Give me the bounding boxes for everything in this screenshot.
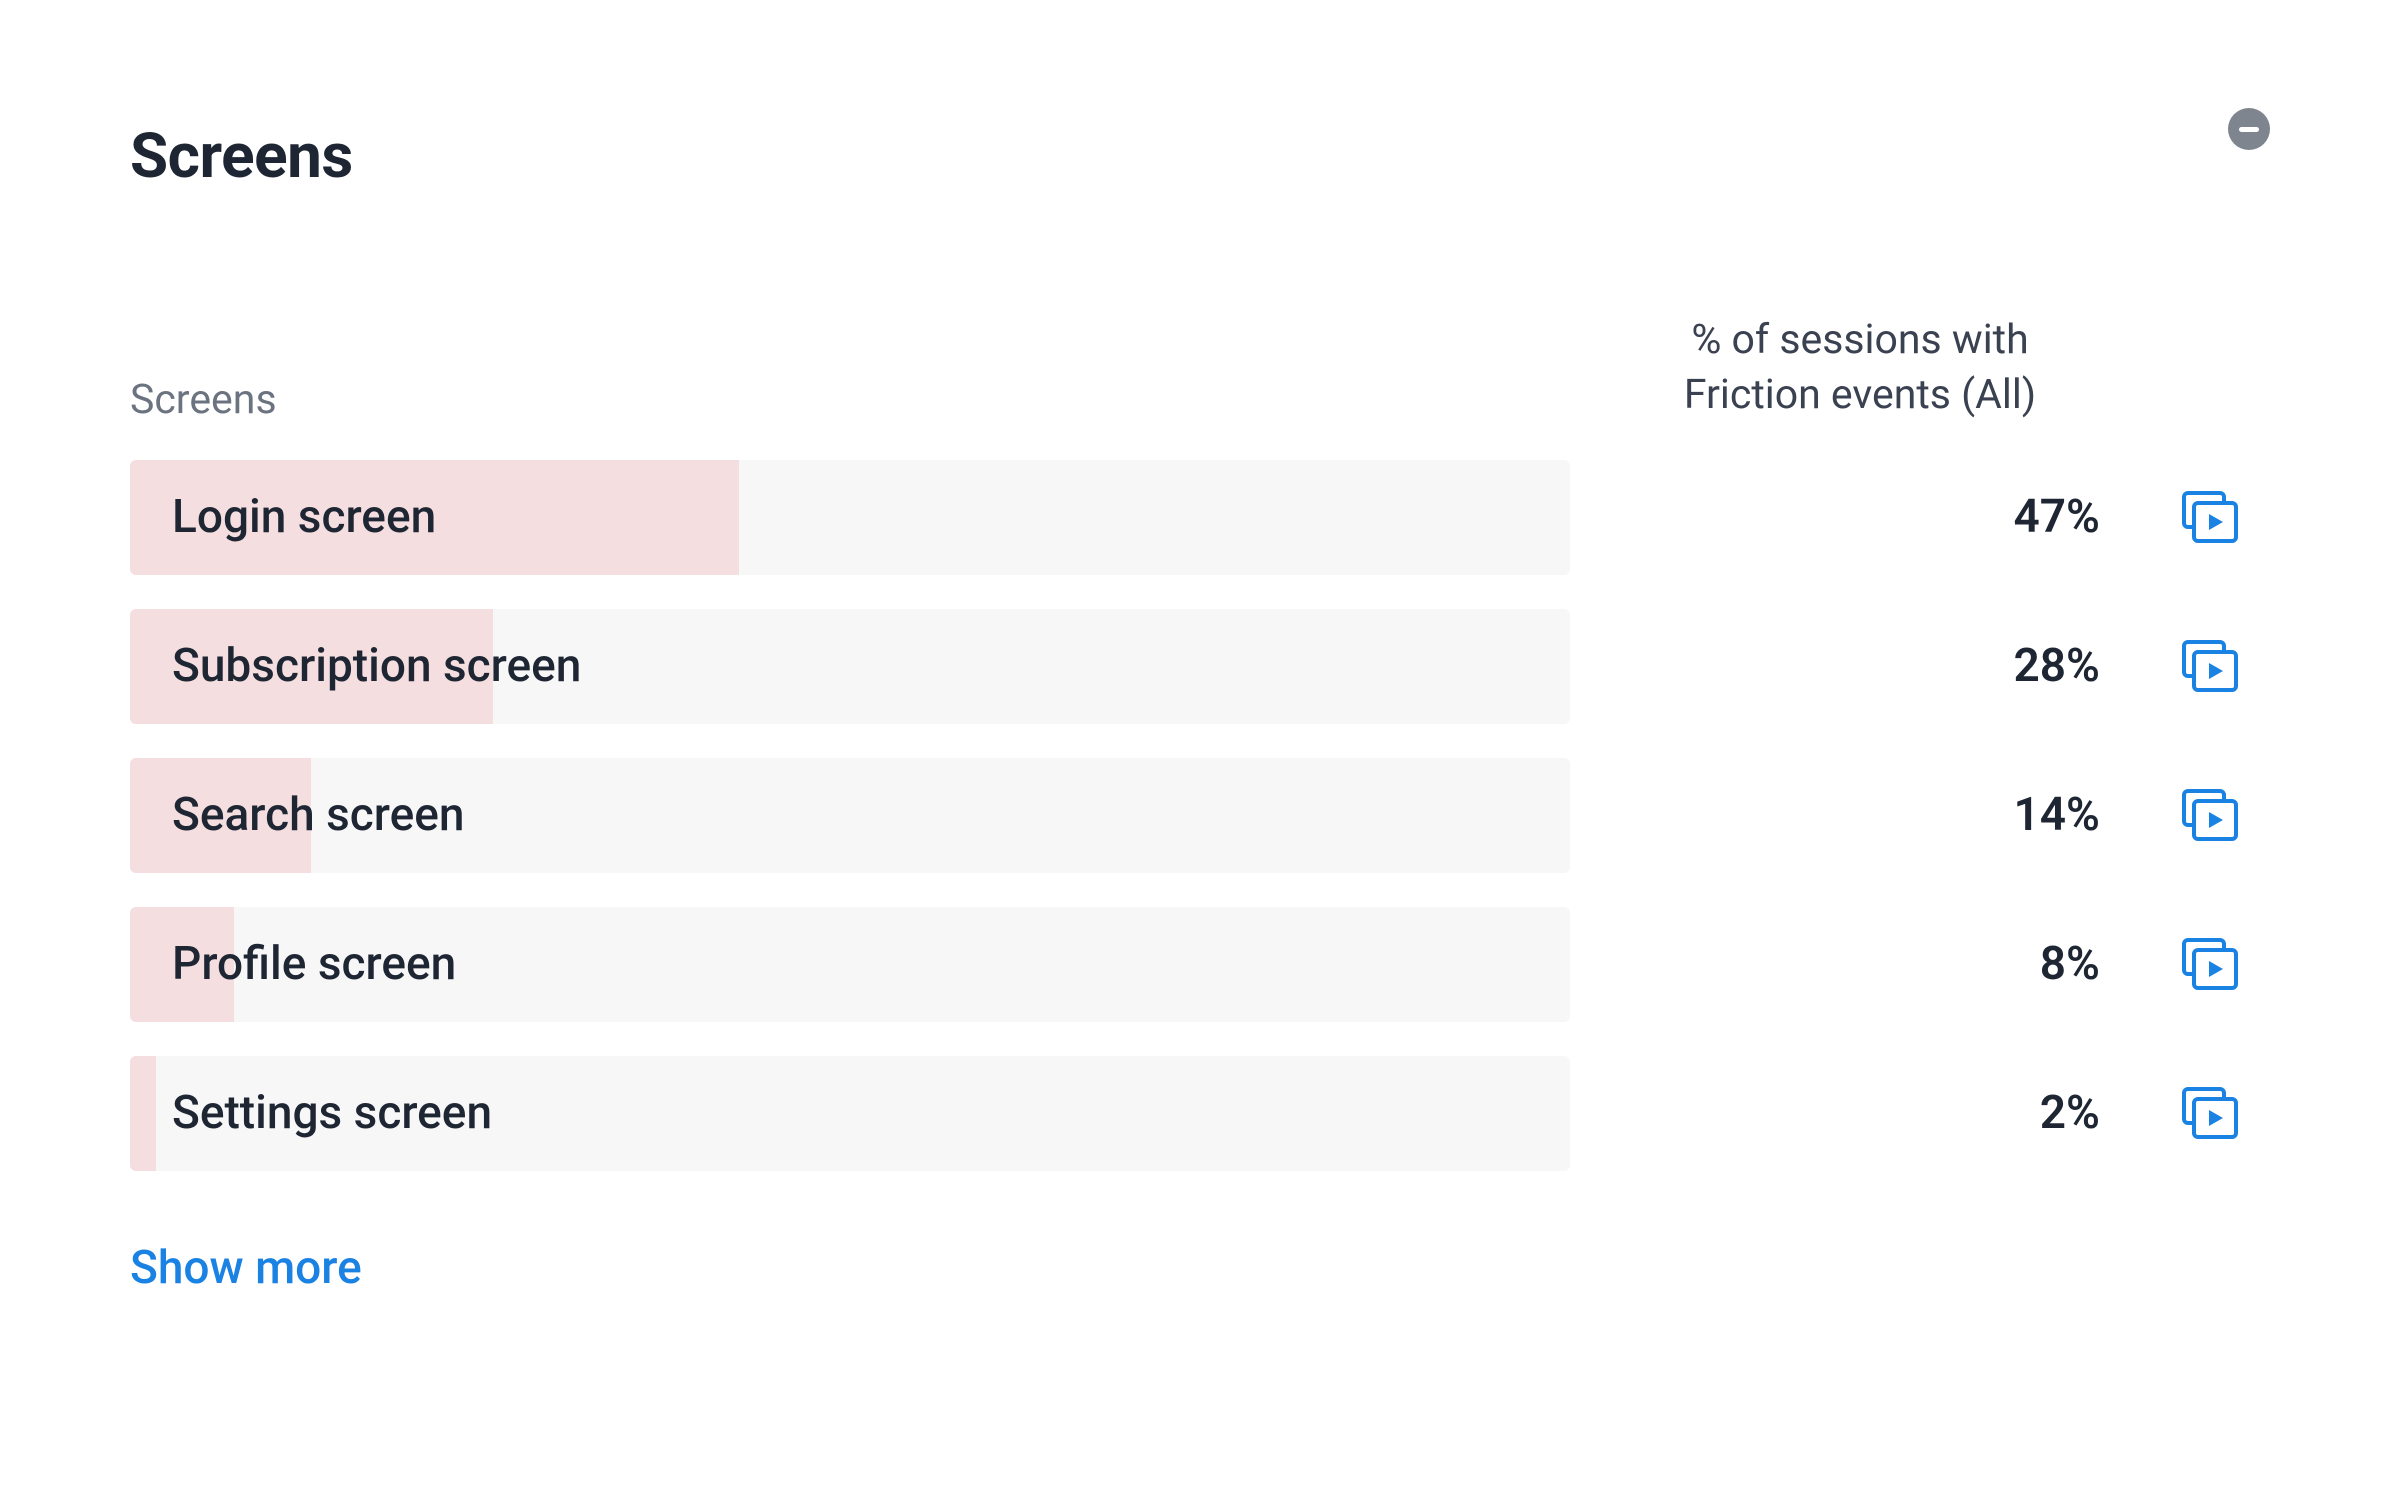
column-header-name: Screens [130,376,277,424]
pct-value: 28% [2014,639,2101,693]
row-label: Login screen [130,490,436,544]
bar-track[interactable]: Subscription screen [130,609,1570,724]
table-row: Profile screen 8% [130,907,2270,1022]
play-sessions-icon[interactable] [2181,788,2239,842]
pct-value: 8% [2040,937,2100,991]
bar-track[interactable]: Search screen [130,758,1570,873]
play-sessions-icon[interactable] [2181,937,2239,991]
bar-track[interactable]: Profile screen [130,907,1570,1022]
table-row: Settings screen 2% [130,1056,2270,1171]
table-row: Subscription screen 28% [130,609,2270,724]
rows-container: Login screen 47% Subscription screen 28% [130,460,2270,1171]
column-header-pct-line2: Friction events (All) [1570,368,2150,423]
play-sessions-icon[interactable] [2181,490,2239,544]
pct-cell: 8% [1570,937,2150,991]
collapse-button[interactable] [2228,108,2270,150]
table-row: Login screen 47% [130,460,2270,575]
show-more-link[interactable]: Show more [130,1241,362,1295]
panel-title: Screens [130,120,2270,193]
pct-cell: 28% [1570,639,2150,693]
screens-panel: Screens Screens % of sessions with Frict… [0,0,2400,1415]
row-label: Subscription screen [130,639,581,693]
pct-cell: 47% [1570,490,2150,544]
pct-cell: 2% [1570,1086,2150,1140]
column-header-pct: % of sessions with Friction events (All) [1570,313,2150,424]
play-sessions-icon[interactable] [2181,1086,2239,1140]
table-header: Screens % of sessions with Friction even… [130,313,2270,424]
bar-track[interactable]: Login screen [130,460,1570,575]
column-header-pct-line1: % of sessions with [1570,313,2150,368]
pct-cell: 14% [1570,788,2150,842]
pct-value: 47% [2014,490,2101,544]
pct-value: 14% [2014,788,2101,842]
minus-icon [2239,127,2259,132]
row-label: Settings screen [130,1086,492,1140]
row-label: Profile screen [130,937,456,991]
play-sessions-icon[interactable] [2181,639,2239,693]
row-label: Search screen [130,788,465,842]
table-row: Search screen 14% [130,758,2270,873]
pct-value: 2% [2040,1086,2100,1140]
bar-track[interactable]: Settings screen [130,1056,1570,1171]
